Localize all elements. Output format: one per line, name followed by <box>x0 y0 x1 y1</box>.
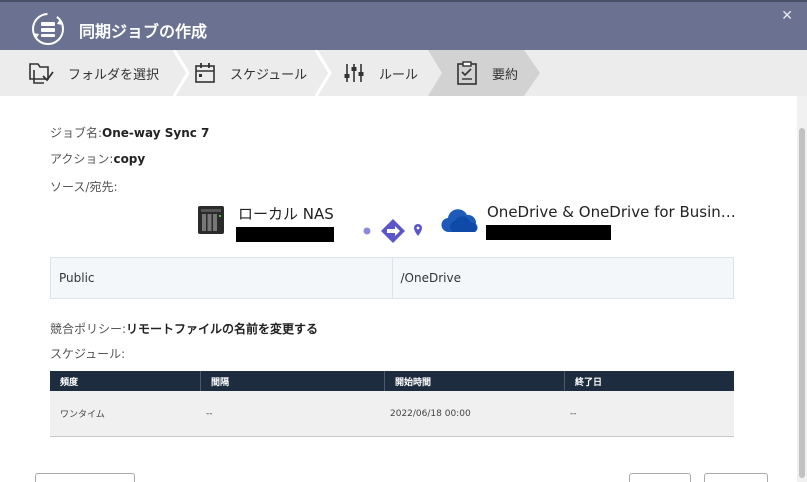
folder-select-icon <box>29 63 54 84</box>
action-value: copy <box>113 152 146 166</box>
sync-direction-icon <box>363 219 422 243</box>
close-icon[interactable]: ✕ <box>781 8 793 24</box>
step-label: 要約 <box>492 67 519 83</box>
dialog-title: 同期ジョブの作成 <box>79 22 208 41</box>
table-header: 頻度 間隔 開始時間 終了日 <box>50 371 734 391</box>
schedule-table: 頻度 間隔 開始時間 終了日 ワンタイム -- 2022/06/18 00:00… <box>50 371 734 437</box>
step-summary[interactable]: 要約 <box>456 50 518 96</box>
folder-pair-table: Public /OneDrive <box>50 257 734 299</box>
sync-job-icon <box>32 13 64 45</box>
source-name: ローカル NAS <box>238 205 334 223</box>
chevron-right-icon <box>172 50 190 96</box>
column-header: 間隔 <box>200 371 384 391</box>
table-cell: -- <box>570 408 577 419</box>
create-button[interactable] <box>704 473 768 482</box>
calendar-icon <box>195 63 215 83</box>
content-scrollbar[interactable] <box>797 96 807 482</box>
chevron-right-icon <box>314 50 332 96</box>
destination-path: /OneDrive <box>391 258 734 298</box>
job-name-value: One-way Sync 7 <box>102 126 210 140</box>
conflict-policy-label: 競合ポリシー: <box>50 322 127 336</box>
conflict-policy-value: リモートファイルの名前を変更する <box>126 322 319 336</box>
step-schedule[interactable]: スケジュール <box>194 50 307 96</box>
step-select-folder[interactable]: フォルダを選択 <box>28 50 159 96</box>
table-row: ワンタイム -- 2022/06/18 00:00 -- <box>50 391 734 437</box>
action-label: アクション: <box>50 152 114 166</box>
clipboard-icon <box>457 61 477 85</box>
cancel-button[interactable] <box>629 473 691 482</box>
job-name-label: ジョブ名: <box>50 126 103 140</box>
column-header: 終了日 <box>564 371 734 391</box>
redacted-destination-info <box>486 225 611 240</box>
destination-name: OneDrive & OneDrive for Busin… <box>487 203 736 221</box>
column-header: 開始時間 <box>384 371 564 391</box>
step-label: ルール <box>379 67 419 83</box>
table-cell: ワンタイム <box>60 410 105 420</box>
redacted-source-info <box>236 227 334 242</box>
source-path: Public <box>59 271 95 285</box>
column-header: 頻度 <box>60 377 79 388</box>
sliders-icon <box>344 64 364 82</box>
wizard-steps: フォルダを選択 スケジュール ルール 要約 <box>0 50 807 96</box>
nas-device-icon <box>198 206 224 234</box>
summary-panel: ジョブ名:One-way Sync 7 アクション:copy ソース/宛先: ロ… <box>0 96 797 482</box>
back-button[interactable] <box>35 473 135 482</box>
dialog-titlebar: 同期ジョブの作成 ✕ <box>0 0 807 50</box>
job-name-row: ジョブ名:One-way Sync 7 <box>50 124 209 141</box>
schedule-label: スケジュール: <box>50 347 126 361</box>
step-label: フォルダを選択 <box>68 67 160 83</box>
step-label: スケジュール <box>230 67 308 83</box>
table-cell: -- <box>206 408 213 419</box>
source-dest-label: ソース/宛先: <box>50 180 118 194</box>
action-row: アクション:copy <box>50 150 145 167</box>
table-cell: 2022/06/18 00:00 <box>390 408 471 419</box>
scrollbar-thumb[interactable] <box>799 128 805 478</box>
conflict-policy-row: 競合ポリシー:リモートファイルの名前を変更する <box>50 320 318 337</box>
onedrive-cloud-icon <box>441 209 478 233</box>
step-rules[interactable]: ルール <box>343 50 418 96</box>
